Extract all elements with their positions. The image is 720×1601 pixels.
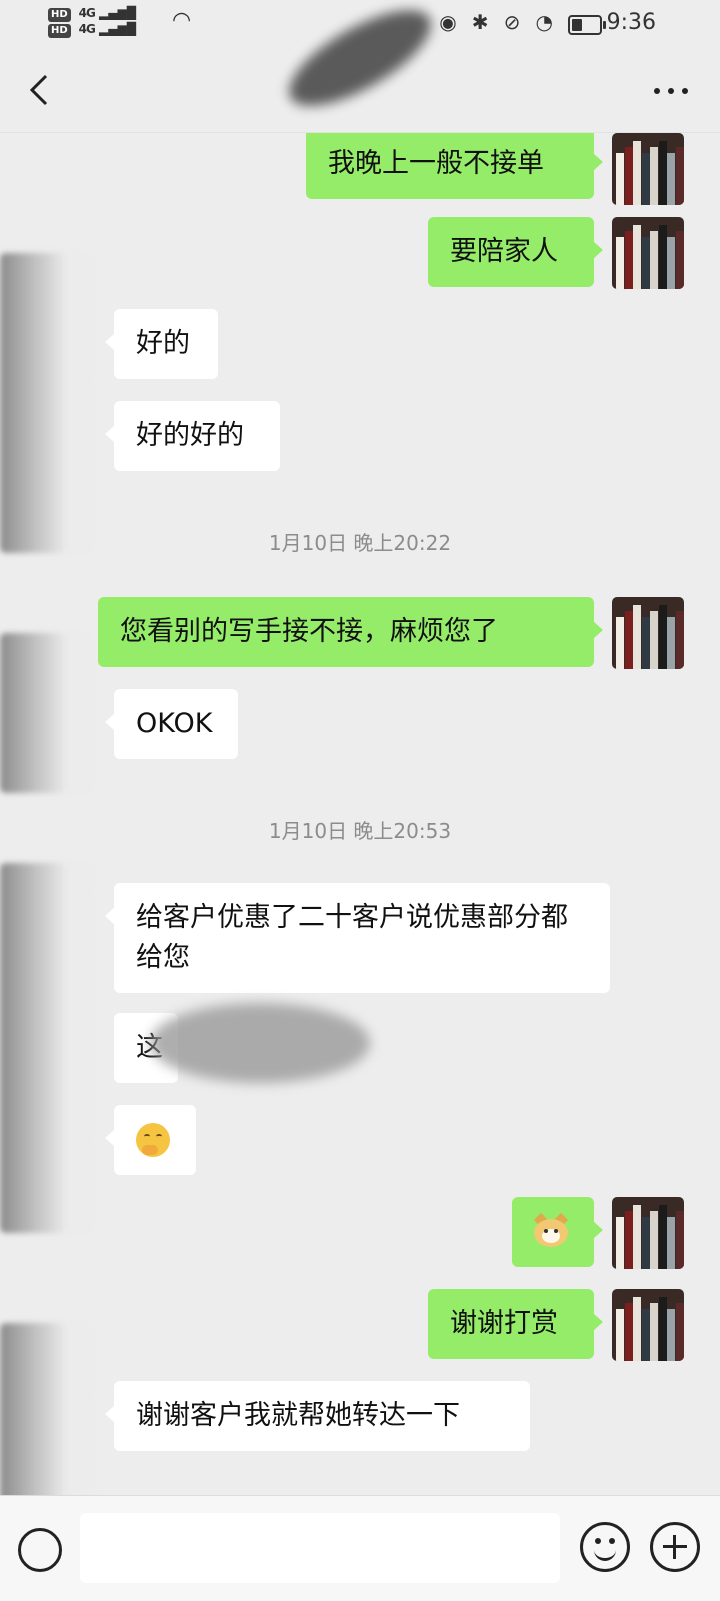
voice-icon[interactable] <box>18 1528 62 1572</box>
book-spine <box>624 611 633 669</box>
contact-avatar[interactable] <box>0 1323 95 1495</box>
incoming-message[interactable]: 给客户优惠了二十客户说优惠部分都给您 <box>105 883 610 993</box>
bluetooth-icon: ✱ <box>471 10 489 34</box>
book-spine <box>624 231 633 289</box>
book-spine <box>641 153 650 205</box>
chevron-left-icon[interactable] <box>22 70 58 110</box>
battery-icon <box>568 14 606 35</box>
book-spine <box>624 147 633 205</box>
plus-icon[interactable] <box>650 1522 700 1572</box>
book-spine <box>633 225 641 289</box>
hd-badge: HD <box>48 24 71 38</box>
book-spine <box>650 231 658 289</box>
book-spine <box>616 237 624 289</box>
book-spine <box>650 147 658 205</box>
book-spine <box>633 141 641 205</box>
chat-header <box>0 0 720 133</box>
book-spine <box>658 141 667 205</box>
book-spine <box>650 1211 658 1269</box>
book-spine <box>667 1217 675 1269</box>
book-spine <box>658 225 667 289</box>
book-spine <box>650 1303 658 1361</box>
book-spine <box>658 1297 667 1361</box>
hd-badge: HD <box>48 8 71 22</box>
book-spine <box>641 237 650 289</box>
book-spine <box>633 605 641 669</box>
outgoing-message[interactable]: 我晚上一般不接单 <box>306 133 603 199</box>
book-spine <box>624 1211 633 1269</box>
more-dots-icon[interactable] <box>652 74 692 104</box>
book-spine <box>675 1303 684 1361</box>
signal-bars-icon: ▂▄▆█ <box>94 6 136 20</box>
book-spine <box>641 617 650 669</box>
doge-emoji <box>532 1212 570 1249</box>
my-avatar[interactable] <box>612 1197 684 1269</box>
book-spine <box>624 1303 633 1361</box>
incoming-message[interactable]: 好的好的 <box>105 401 280 471</box>
wifi-icon: ◠ <box>172 8 192 33</box>
message-input[interactable] <box>80 1513 560 1583</box>
message-timestamp: 1月10日 晚上20:22 <box>268 531 452 555</box>
mute-icon: ⊘ <box>503 10 521 34</box>
my-avatar[interactable] <box>612 133 684 205</box>
smirk-hand-emoji <box>136 1122 170 1157</box>
book-spine <box>675 147 684 205</box>
contact-avatar[interactable] <box>0 253 95 553</box>
book-spine <box>675 231 684 289</box>
book-spine <box>658 605 667 669</box>
signal-label: 4G <box>78 6 96 20</box>
outgoing-message[interactable]: 要陪家人 <box>428 217 603 287</box>
incoming-message[interactable]: 谢谢客户我就帮她转达一下 <box>105 1381 530 1451</box>
book-spine <box>641 1217 650 1269</box>
signal-label: 4G <box>78 22 96 36</box>
outgoing-emoji-message[interactable] <box>512 1197 603 1267</box>
my-avatar[interactable] <box>612 1289 684 1361</box>
book-spine <box>667 153 675 205</box>
contact-avatar[interactable] <box>0 633 95 793</box>
message-input-bar <box>0 1495 720 1601</box>
contact-avatar[interactable] <box>0 863 95 1233</box>
book-spine <box>616 153 624 205</box>
book-spine <box>675 1211 684 1269</box>
book-spine <box>616 1309 624 1361</box>
eye-icon: ◉ <box>439 10 457 34</box>
incoming-message[interactable]: OKOK <box>105 689 238 759</box>
book-spine <box>650 611 658 669</box>
book-spine <box>616 1217 624 1269</box>
book-spine <box>675 611 684 669</box>
book-spine <box>667 617 675 669</box>
book-spine <box>616 617 624 669</box>
status-icons: ◉ ✱ ⊘ ◔ <box>429 10 606 35</box>
incoming-message[interactable]: 好的 <box>105 309 218 379</box>
book-spine <box>667 237 675 289</box>
book-spine <box>641 1309 650 1361</box>
book-spine <box>658 1205 667 1269</box>
my-avatar[interactable] <box>612 597 684 669</box>
redacted-message <box>150 1003 370 1083</box>
network-indicators: HD 4G ▂▄▆█ HD 4G ▂▄▆█ <box>48 6 136 38</box>
message-list[interactable]: 我晚上一般不接单 要陪家人 好的 好的好的 1月10日 晚上20:22 您看别的… <box>0 133 720 1495</box>
my-avatar[interactable] <box>612 217 684 289</box>
speed-icon: ◔ <box>535 10 553 34</box>
book-spine <box>667 1309 675 1361</box>
book-spine <box>633 1297 641 1361</box>
message-timestamp: 1月10日 晚上20:53 <box>268 819 452 843</box>
outgoing-message[interactable]: 谢谢打赏 <box>428 1289 603 1359</box>
signal-bars-icon: ▂▄▆█ <box>94 22 136 36</box>
incoming-emoji-message[interactable] <box>105 1105 196 1175</box>
status-time: 9:36 <box>606 10 656 35</box>
emoji-icon[interactable] <box>580 1522 630 1572</box>
outgoing-message[interactable]: 您看别的写手接不接，麻烦您了 <box>98 597 603 667</box>
book-spine <box>633 1205 641 1269</box>
